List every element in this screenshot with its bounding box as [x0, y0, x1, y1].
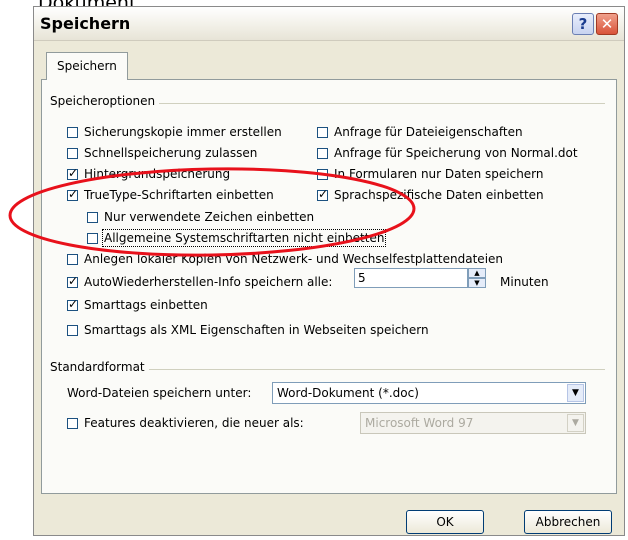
checkbox-label: Features deaktivieren, die neuer als: — [84, 416, 304, 430]
checkbox-label: Sprachspezifische Daten einbetten — [334, 188, 544, 202]
autorecover-minutes-spinner[interactable]: 5 ▲ ▼ — [354, 268, 486, 288]
save-as-label: Word-Dateien speichern unter: — [67, 386, 252, 400]
checkbox-label: In Formularen nur Daten speichern — [334, 167, 544, 181]
title-bar[interactable]: Speichern ? ✕ — [34, 7, 624, 41]
checkbox-box[interactable] — [67, 274, 78, 288]
chevron-down-icon: ▼ — [567, 414, 584, 432]
checkbox-box[interactable] — [317, 168, 328, 180]
checkbox-fast-save[interactable]: Schnellspeicherung zulassen — [67, 146, 257, 160]
checkbox-label: Schnellspeicherung zulassen — [84, 146, 258, 160]
checkbox-label: Nur verwendete Zeichen einbetten — [104, 210, 315, 224]
checkbox-embed-truetype[interactable]: TrueType-Schriftarten einbetten — [67, 187, 274, 202]
help-button[interactable]: ? — [572, 13, 594, 35]
checkbox-prompt-properties[interactable]: Anfrage für Dateieigenschaften — [317, 125, 523, 139]
checkbox-label: Anfrage für Speicherung von Normal.dot — [334, 146, 578, 160]
disable-features-version-select: Microsoft Word 97 ▼ — [360, 412, 586, 434]
ok-button[interactable]: OK — [406, 510, 484, 534]
autorecover-minutes-input[interactable]: 5 — [354, 268, 468, 288]
checkbox-background-save[interactable]: Hintergrundspeicherung — [67, 166, 231, 181]
checkbox-box[interactable] — [67, 166, 78, 180]
checkbox-label: Hintergrundspeicherung — [84, 167, 231, 181]
checkbox-only-used-chars[interactable]: Nur verwendete Zeichen einbetten — [87, 210, 314, 224]
checkbox-label: Allgemeine Systemschriftarten nicht einb… — [101, 229, 387, 247]
select-value: Microsoft Word 97 — [365, 416, 474, 430]
checkbox-prompt-normal-dot[interactable]: Anfrage für Speicherung von Normal.dot — [317, 146, 578, 160]
checkbox-label: AutoWiederherstellen-Info speichern alle… — [84, 275, 333, 289]
checkbox-autorecover[interactable]: AutoWiederherstellen-Info speichern alle… — [67, 274, 333, 289]
tab-panel: Speicheroptionen Sicherungskopie immer e… — [41, 79, 617, 494]
checkbox-box[interactable] — [87, 211, 98, 223]
checkbox-label: Anlegen lokaler Kopien von Netzwerk- und… — [84, 252, 504, 266]
checkbox-box[interactable] — [67, 126, 78, 138]
dialog-title: Speichern — [40, 14, 131, 33]
checkbox-label: Anfrage für Dateieigenschaften — [334, 125, 523, 139]
chevron-down-icon[interactable]: ▼ — [567, 384, 584, 402]
checkbox-embed-smarttags[interactable]: Smarttags einbetten — [67, 297, 208, 312]
select-value: Word-Dokument (*.doc) — [277, 386, 419, 400]
tab-speichern[interactable]: Speichern — [46, 52, 128, 80]
checkbox-no-system-fonts[interactable]: Allgemeine Systemschriftarten nicht einb… — [87, 229, 387, 247]
spin-down-icon[interactable]: ▼ — [468, 278, 486, 288]
save-options-dialog: Speichern ? ✕ Speichern Speicheroptionen… — [33, 6, 625, 536]
checkbox-label: Smarttags einbetten — [84, 298, 208, 312]
checkbox-backup-copy[interactable]: Sicherungskopie immer erstellen — [67, 125, 282, 139]
checkbox-box[interactable] — [67, 253, 78, 265]
checkbox-box[interactable] — [67, 324, 78, 336]
save-as-format-select[interactable]: Word-Dokument (*.doc) ▼ — [272, 382, 586, 404]
checkbox-box[interactable] — [317, 126, 328, 138]
checkbox-box[interactable] — [317, 187, 328, 201]
checkbox-box[interactable] — [67, 417, 78, 429]
checkbox-form-data-only[interactable]: In Formularen nur Daten speichern — [317, 167, 544, 181]
checkbox-language-data[interactable]: Sprachspezifische Daten einbetten — [317, 187, 544, 202]
group-label-format: Standardformat — [50, 360, 149, 374]
checkbox-box[interactable] — [67, 187, 78, 201]
minutes-label: Minuten — [500, 275, 549, 289]
group-label-options: Speicheroptionen — [50, 94, 160, 108]
cancel-button[interactable]: Abbrechen — [524, 510, 612, 534]
checkbox-box[interactable] — [317, 147, 328, 159]
spin-up-icon[interactable]: ▲ — [468, 268, 486, 278]
checkbox-local-copies[interactable]: Anlegen lokaler Kopien von Netzwerk- und… — [67, 252, 503, 266]
checkbox-disable-features[interactable]: Features deaktivieren, die neuer als: — [67, 416, 304, 430]
checkbox-label: Sicherungskopie immer erstellen — [84, 125, 282, 139]
checkbox-box[interactable] — [67, 147, 78, 159]
checkbox-smarttags-xml[interactable]: Smarttags als XML Eigenschaften in Webse… — [67, 323, 429, 337]
checkbox-box[interactable] — [87, 232, 98, 244]
spinner-buttons[interactable]: ▲ ▼ — [468, 268, 486, 288]
checkbox-label: TrueType-Schriftarten einbetten — [84, 188, 274, 202]
checkbox-label: Smarttags als XML Eigenschaften in Webse… — [84, 323, 429, 337]
checkbox-box[interactable] — [67, 297, 78, 311]
close-button[interactable]: ✕ — [596, 13, 618, 35]
